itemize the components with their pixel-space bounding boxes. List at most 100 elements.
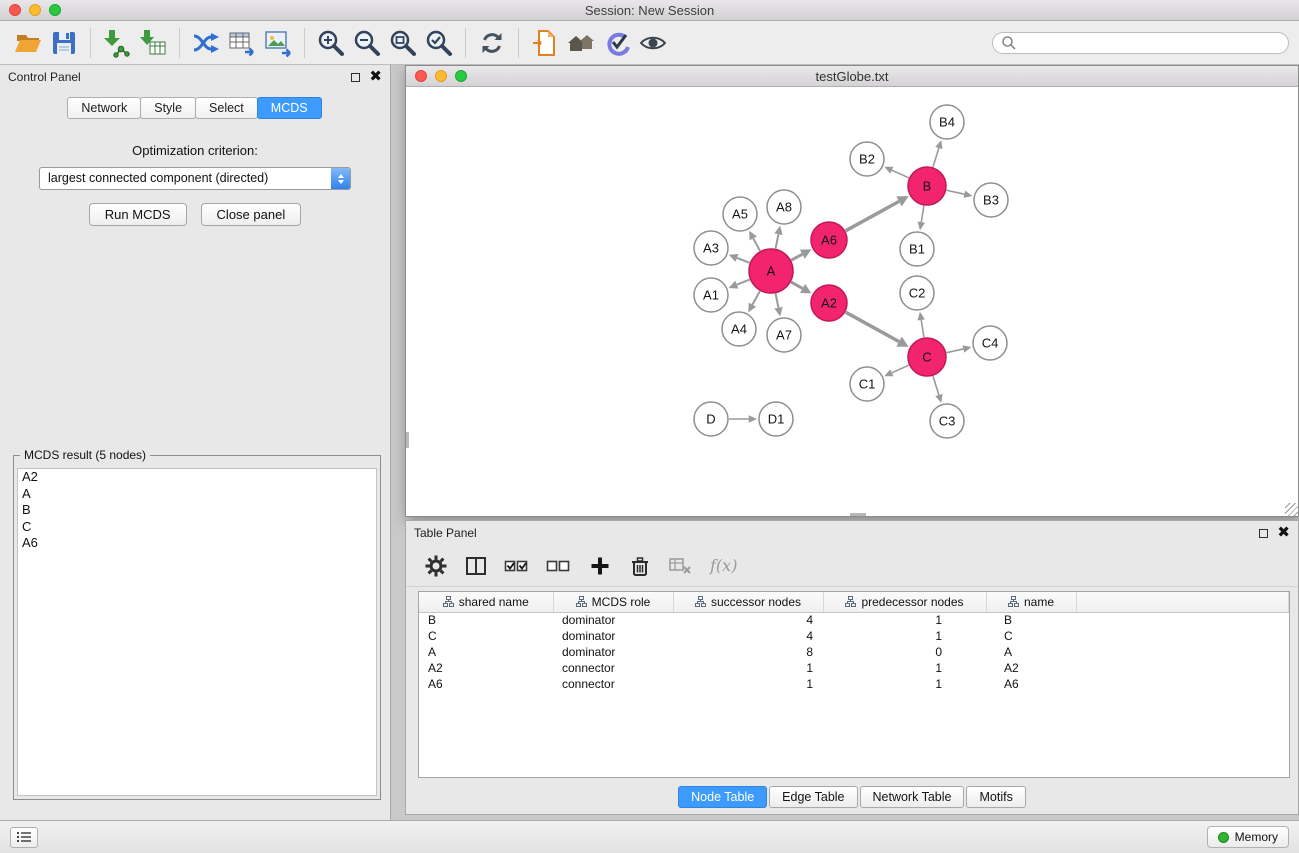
table-cell[interactable]: 1 — [823, 676, 986, 692]
table-cell[interactable]: A2 — [419, 660, 553, 676]
open-document-button[interactable] — [527, 25, 563, 61]
table-cell[interactable]: 4 — [673, 612, 823, 628]
task-history-button[interactable] — [10, 827, 38, 848]
delete-table-button[interactable] — [668, 551, 694, 581]
table-cell[interactable]: 4 — [673, 628, 823, 644]
graph-edge-C-C3[interactable] — [933, 376, 939, 395]
import-table-button[interactable] — [135, 25, 171, 61]
table-row[interactable]: Adominator80A — [419, 644, 1289, 660]
zoom-in-button[interactable] — [313, 25, 349, 61]
select-all-columns-button[interactable] — [504, 551, 530, 581]
graph-edge-B-B1[interactable] — [921, 206, 924, 222]
mcds-result-item[interactable]: C — [18, 519, 376, 536]
mcds-result-item[interactable]: B — [18, 502, 376, 519]
column-header-successor-nodes[interactable]: successor nodes — [673, 592, 823, 612]
table-cell[interactable]: A2 — [986, 660, 1076, 676]
run-mcds-button[interactable]: Run MCDS — [89, 203, 187, 226]
tab-style[interactable]: Style — [140, 97, 196, 119]
table-settings-button[interactable] — [424, 551, 448, 581]
graph-edge-A-A6[interactable] — [791, 254, 802, 260]
close-panel-icon[interactable]: ✖ — [369, 71, 382, 83]
tab-mcds[interactable]: MCDS — [257, 97, 322, 119]
optimization-criterion-select[interactable]: largest connected component (directed) — [39, 167, 351, 190]
network-minimize-button[interactable] — [435, 70, 447, 82]
graph-edge-B-B3[interactable] — [947, 190, 965, 194]
tab-select[interactable]: Select — [195, 97, 258, 119]
table-cell[interactable]: dominator — [553, 628, 673, 644]
network-window-titlebar[interactable]: testGlobe.txt — [406, 66, 1298, 87]
graph-edge-C-C2[interactable] — [921, 320, 924, 337]
table-cell[interactable]: 0 — [823, 644, 986, 660]
table-row[interactable]: Bdominator41B — [419, 612, 1289, 628]
dropdown-stepper-icon[interactable] — [331, 168, 350, 189]
table-cell[interactable]: dominator — [553, 644, 673, 660]
table-cell[interactable]: 1 — [673, 660, 823, 676]
zoom-out-button[interactable] — [349, 25, 385, 61]
import-network-button[interactable] — [99, 25, 135, 61]
close-window-button[interactable] — [9, 4, 21, 16]
deselect-all-columns-button[interactable] — [546, 551, 572, 581]
table-cell[interactable]: B — [419, 612, 553, 628]
tab-motifs[interactable]: Motifs — [966, 786, 1025, 808]
delete-column-button[interactable] — [628, 551, 652, 581]
tab-edge-table[interactable]: Edge Table — [769, 786, 857, 808]
tab-network[interactable]: Network — [67, 97, 141, 119]
graph-edge-A-A2[interactable] — [791, 282, 802, 288]
table-row[interactable]: A6connector11A6 — [419, 676, 1289, 692]
graph-edge-A-A1[interactable] — [737, 280, 750, 285]
mcds-result-item[interactable]: A2 — [18, 469, 376, 486]
graph-edge-C-C1[interactable] — [892, 365, 909, 373]
table-cell[interactable]: connector — [553, 660, 673, 676]
zoom-fit-button[interactable] — [385, 25, 421, 61]
column-header-mcds-role[interactable]: MCDS role — [553, 592, 673, 612]
table-cell[interactable]: 8 — [673, 644, 823, 660]
float-panel-icon[interactable] — [351, 73, 360, 82]
table-cell[interactable]: C — [419, 628, 553, 644]
table-cell[interactable]: A6 — [419, 676, 553, 692]
export-image-button[interactable] — [260, 25, 296, 61]
zoom-selected-button[interactable] — [421, 25, 457, 61]
minimize-window-button[interactable] — [29, 4, 41, 16]
column-header-name[interactable]: name — [986, 592, 1076, 612]
tab-node-table[interactable]: Node Table — [678, 786, 767, 808]
open-session-button[interactable] — [10, 25, 46, 61]
table-cell[interactable]: 1 — [673, 676, 823, 692]
network-close-button[interactable] — [415, 70, 427, 82]
table-cell[interactable]: B — [986, 612, 1076, 628]
table-cell[interactable]: connector — [553, 676, 673, 692]
vertical-scroll-indicator[interactable] — [406, 432, 409, 448]
network-canvas[interactable]: B4B2BB3A5A8A6B1A3AC2A1A2A4A7C4CC1C3DD1 — [406, 87, 1298, 516]
table-cell[interactable]: 1 — [823, 612, 986, 628]
table-cell[interactable]: C — [986, 628, 1076, 644]
graph-edge-A-A5[interactable] — [753, 238, 760, 250]
table-cell[interactable]: A — [419, 644, 553, 660]
show-hide-details-button[interactable] — [635, 25, 671, 61]
network-graph-svg[interactable]: B4B2BB3A5A8A6B1A3AC2A1A2A4A7C4CC1C3DD1 — [406, 87, 1298, 516]
function-builder-button[interactable]: f(x) — [710, 551, 737, 581]
network-maximize-button[interactable] — [455, 70, 467, 82]
table-cell[interactable]: A6 — [986, 676, 1076, 692]
export-table-button[interactable] — [224, 25, 260, 61]
refresh-network-button[interactable] — [474, 25, 510, 61]
column-header-shared-name[interactable]: shared name — [419, 592, 553, 612]
table-cell[interactable]: 1 — [823, 628, 986, 644]
maximize-window-button[interactable] — [49, 4, 61, 16]
home-button[interactable] — [563, 25, 599, 61]
close-panel-button[interactable]: Close panel — [201, 203, 302, 226]
table-cell[interactable]: dominator — [553, 612, 673, 628]
graph-edge-A-A8[interactable] — [776, 234, 779, 248]
memory-button[interactable]: Memory — [1207, 826, 1289, 848]
create-column-button[interactable] — [588, 551, 612, 581]
graph-edge-A6-B[interactable] — [846, 201, 899, 230]
search-input[interactable] — [1021, 36, 1280, 50]
table-row[interactable]: A2connector11A2 — [419, 660, 1289, 676]
table-cell[interactable]: 1 — [823, 660, 986, 676]
mcds-result-item[interactable]: A6 — [18, 535, 376, 552]
horizontal-scroll-indicator[interactable] — [850, 513, 866, 516]
graph-edge-A-A4[interactable] — [752, 291, 759, 305]
close-table-panel-icon[interactable]: ✖ — [1277, 527, 1290, 539]
window-resize-grip[interactable] — [1285, 503, 1298, 516]
graph-edge-C-C4[interactable] — [947, 349, 964, 353]
graph-edge-A-A7[interactable] — [776, 294, 779, 308]
table-cell[interactable]: A — [986, 644, 1076, 660]
